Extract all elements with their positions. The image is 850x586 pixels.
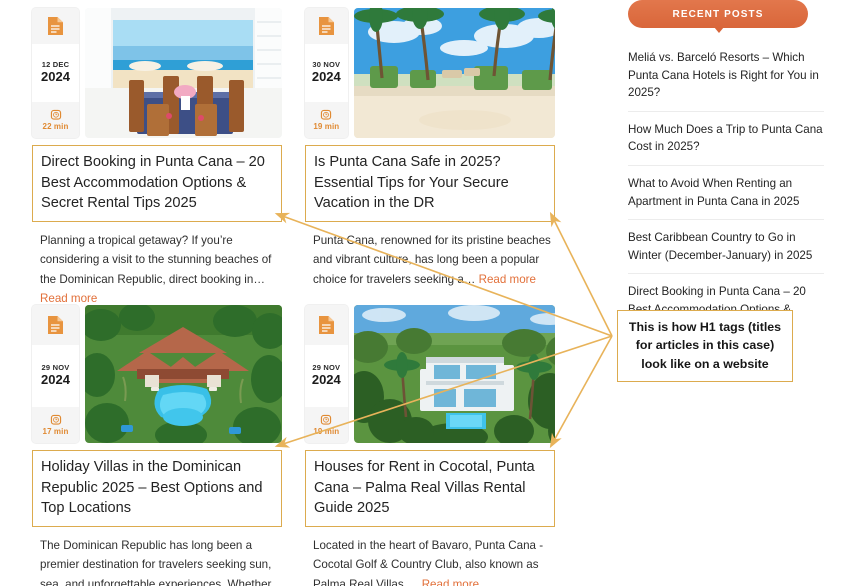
alarm-clock-icon bbox=[321, 109, 332, 120]
post-thumbnail[interactable] bbox=[85, 305, 282, 443]
post-card: 29 NOV 2024 19 min Houses for Rent in Co… bbox=[305, 305, 555, 586]
post-card-header: 30 NOV 2024 19 min bbox=[305, 8, 555, 138]
post-date-year: 2024 bbox=[311, 69, 341, 85]
post-card-header: 29 NOV 2024 19 min bbox=[305, 305, 555, 443]
recent-posts-list: Meliá vs. Barceló Resorts – Which Punta … bbox=[628, 45, 824, 345]
post-excerpt: Planning a tropical getaway? If you’re c… bbox=[32, 231, 282, 308]
post-readtime-cell: 22 min bbox=[32, 102, 79, 138]
recent-posts-widget-header: RECENT POSTS bbox=[628, 0, 824, 36]
post-readtime-label: 19 min bbox=[313, 122, 340, 131]
list-item[interactable]: What to Avoid When Renting an Apartment … bbox=[628, 166, 824, 221]
document-icon bbox=[318, 316, 334, 334]
post-meta-column: 30 NOV 2024 19 min bbox=[305, 8, 348, 138]
post-readtime-cell: 19 min bbox=[305, 407, 348, 443]
post-excerpt: The Dominican Republic has long been a p… bbox=[32, 536, 282, 586]
beachfront-dining-room-image bbox=[85, 8, 282, 138]
doc-icon-cell bbox=[32, 305, 79, 345]
document-icon bbox=[48, 17, 63, 35]
palm-tree-beach-image bbox=[353, 8, 555, 138]
badge-notch-icon bbox=[714, 27, 724, 33]
post-meta-column: 29 NOV 2024 19 min bbox=[305, 305, 348, 443]
post-card-header: 12 DEC 2024 22 min bbox=[32, 8, 282, 138]
post-date-cell: 12 DEC 2024 bbox=[32, 44, 79, 102]
document-icon bbox=[318, 17, 334, 35]
post-date-year: 2024 bbox=[41, 69, 70, 85]
recent-posts-badge: RECENT POSTS bbox=[628, 0, 808, 28]
post-card: 12 DEC 2024 22 min Direct Booking in Pun… bbox=[32, 8, 282, 308]
post-title[interactable]: Direct Booking in Punta Cana – 20 Best A… bbox=[32, 145, 282, 223]
modern-white-villa-image bbox=[353, 305, 555, 443]
post-excerpt: Punta Cana, renowned for its pristine be… bbox=[305, 231, 555, 289]
post-readtime-cell: 17 min bbox=[32, 407, 79, 443]
alarm-clock-icon bbox=[321, 414, 332, 425]
post-card: 29 NOV 2024 17 min Holiday Villas in the… bbox=[32, 305, 282, 586]
arrow-to-card2-title bbox=[549, 211, 613, 337]
post-date-year: 2024 bbox=[311, 372, 341, 388]
post-date-day: 29 NOV bbox=[41, 363, 70, 373]
read-more-link[interactable]: Read more bbox=[422, 578, 479, 586]
doc-icon-cell bbox=[32, 8, 79, 44]
post-thumbnail[interactable] bbox=[353, 305, 555, 443]
post-excerpt-text: Planning a tropical getaway? If you’re c… bbox=[40, 234, 272, 286]
post-date-day: 29 NOV bbox=[312, 363, 341, 373]
doc-icon-cell bbox=[305, 305, 348, 345]
read-more-link[interactable]: Read more bbox=[479, 273, 536, 286]
post-date-cell: 29 NOV 2024 bbox=[305, 345, 348, 407]
list-item[interactable]: How Much Does a Trip to Punta Cana Cost … bbox=[628, 112, 824, 167]
read-more-link[interactable]: Read more bbox=[40, 292, 97, 305]
post-readtime-label: 17 min bbox=[42, 427, 69, 436]
post-date-day: 12 DEC bbox=[41, 60, 70, 70]
post-thumbnail[interactable] bbox=[353, 8, 555, 138]
post-meta-column: 29 NOV 2024 17 min bbox=[32, 305, 79, 443]
post-title[interactable]: Houses for Rent in Cocotal, Punta Cana –… bbox=[305, 450, 555, 528]
list-item[interactable]: Meliá vs. Barceló Resorts – Which Punta … bbox=[628, 45, 824, 112]
document-icon bbox=[48, 316, 63, 334]
post-date-day: 30 NOV bbox=[312, 60, 341, 70]
post-card: 30 NOV 2024 19 min Is Punta Cana Safe in… bbox=[305, 8, 555, 289]
post-date-cell: 30 NOV 2024 bbox=[305, 44, 348, 102]
post-excerpt: Located in the heart of Bavaro, Punta Ca… bbox=[305, 536, 555, 586]
post-title[interactable]: Is Punta Cana Safe in 2025? Essential Ti… bbox=[305, 145, 555, 223]
annotation-callout: This is how H1 tags (titles for articles… bbox=[617, 310, 793, 383]
list-item[interactable]: Best Caribbean Country to Go in Winter (… bbox=[628, 220, 824, 275]
sidebar: RECENT POSTS Meliá vs. Barceló Resorts –… bbox=[628, 0, 824, 345]
post-meta-column: 12 DEC 2024 22 min bbox=[32, 8, 79, 138]
aerial-villa-with-pool-image bbox=[85, 305, 282, 443]
post-title[interactable]: Holiday Villas in the Dominican Republic… bbox=[32, 450, 282, 528]
post-excerpt-text: The Dominican Republic has long been a p… bbox=[40, 539, 272, 586]
alarm-clock-icon bbox=[50, 109, 61, 120]
doc-icon-cell bbox=[305, 8, 348, 44]
post-readtime-label: 19 min bbox=[313, 427, 340, 436]
post-card-header: 29 NOV 2024 17 min bbox=[32, 305, 282, 443]
alarm-clock-icon bbox=[50, 414, 61, 425]
post-readtime-cell: 19 min bbox=[305, 102, 348, 138]
page-root: 12 DEC 2024 22 min Direct Booking in Pun… bbox=[0, 0, 850, 586]
post-thumbnail[interactable] bbox=[85, 8, 282, 138]
post-readtime-label: 22 min bbox=[42, 122, 69, 131]
post-date-cell: 29 NOV 2024 bbox=[32, 345, 79, 407]
arrow-to-card4-title bbox=[549, 335, 613, 449]
post-date-year: 2024 bbox=[41, 372, 70, 388]
